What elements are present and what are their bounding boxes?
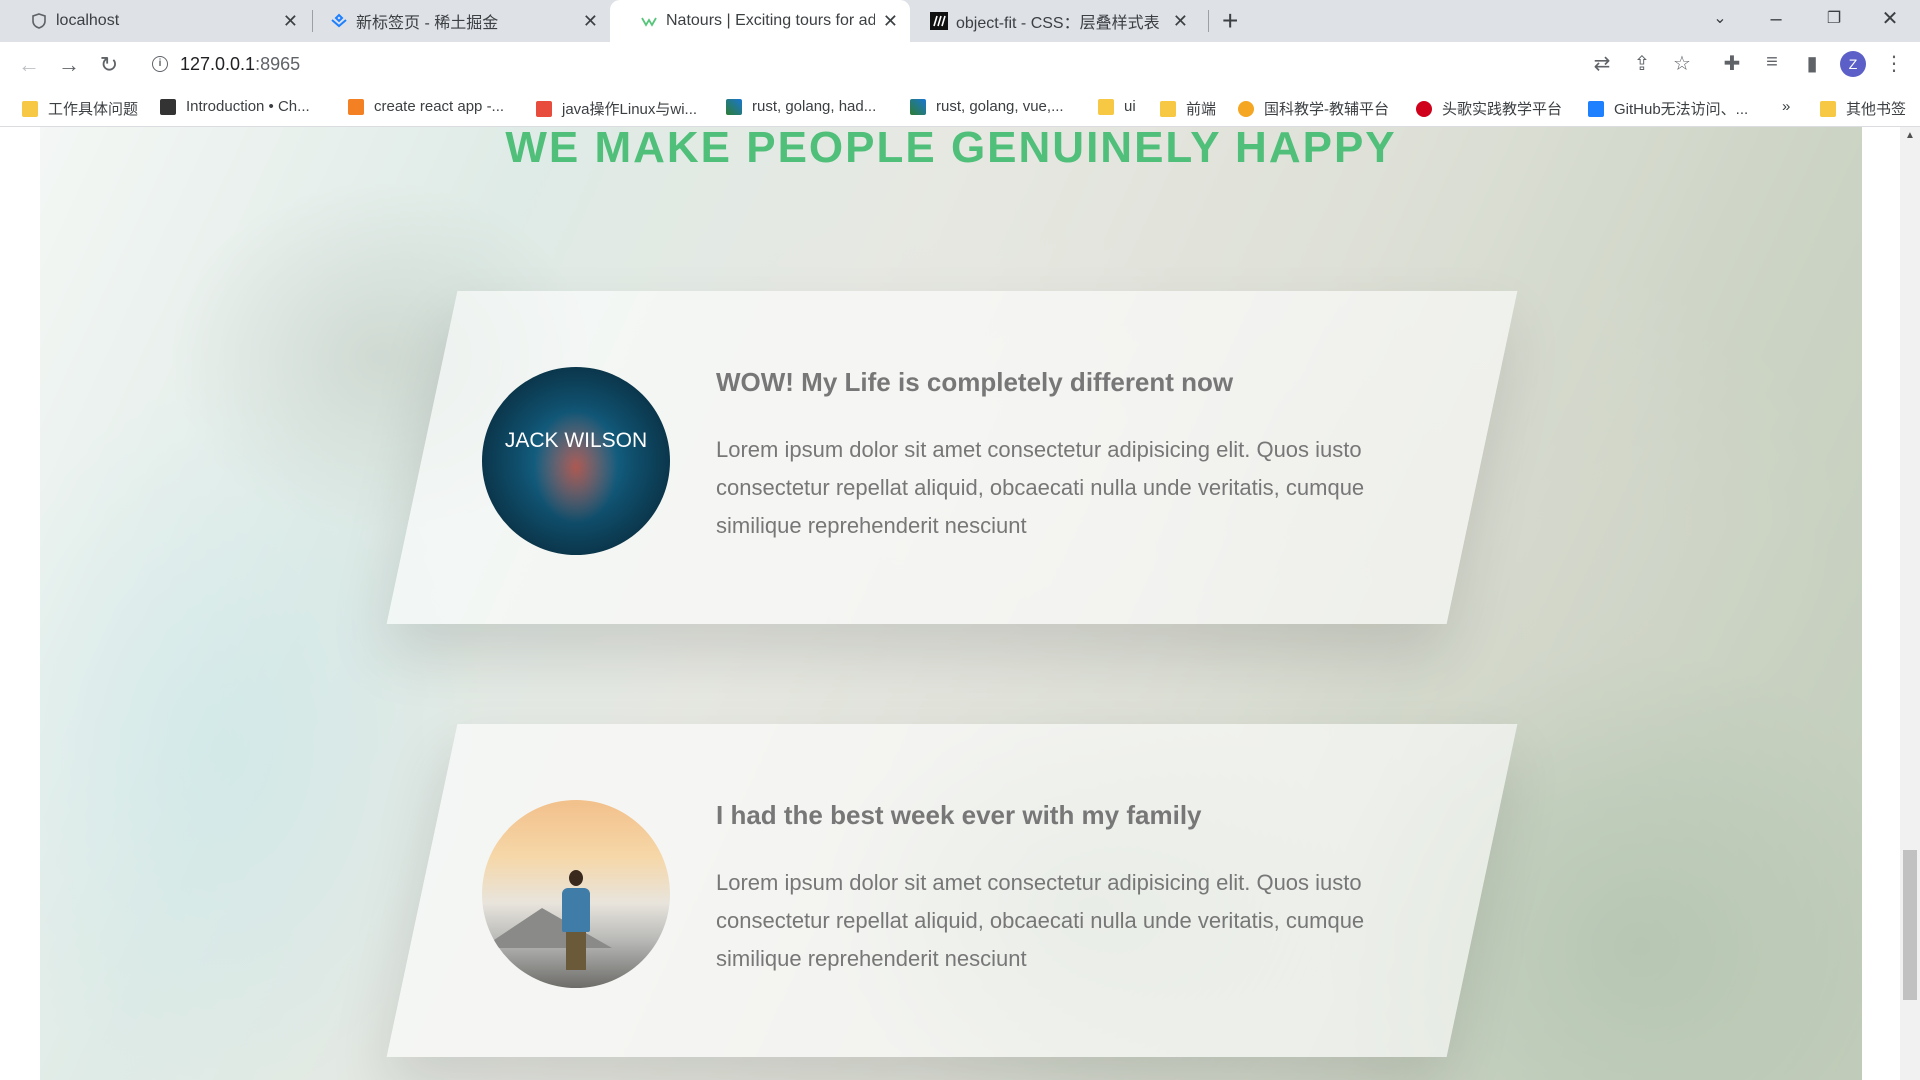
bookmark-label: ui	[1124, 98, 1136, 115]
translate-icon[interactable]: ⇄	[1588, 51, 1616, 76]
bookmark-label: »	[1782, 98, 1791, 115]
minimize-icon[interactable]: –	[1756, 4, 1796, 34]
shield-favicon-icon	[32, 13, 46, 29]
tab-title: localhost	[56, 12, 120, 29]
tab-close-icon[interactable]: ✕	[1173, 12, 1188, 30]
tab-juejin[interactable]: 新标签页 - 稀土掘金 ✕	[300, 0, 610, 42]
profile-avatar[interactable]: Z	[1840, 51, 1866, 77]
url-host: 127.0.0.1	[180, 54, 256, 74]
mountain-shape	[482, 908, 612, 948]
menu-dots-icon[interactable]: ⋮	[1880, 51, 1908, 76]
story-text: Lorem ipsum dolor sit amet consectetur a…	[716, 437, 1365, 538]
tab-mdn[interactable]: object-fit - CSS：层叠样式表 | M ✕	[900, 0, 1200, 42]
bookmark-label: rust, golang, vue,...	[936, 98, 1064, 115]
reload-icon[interactable]: ↻	[94, 50, 124, 80]
share-icon[interactable]: ⇪	[1628, 51, 1656, 76]
story-text: Lorem ipsum dolor sit amet consectetur a…	[716, 870, 1365, 971]
bookmark-item[interactable]: rust, golang, vue,...	[910, 98, 1064, 115]
tab-natours[interactable]: Natours | Exciting tours for ad ✕	[610, 0, 910, 42]
tab-localhost[interactable]: localhost ✕	[0, 0, 310, 42]
bookmark-item[interactable]: 头歌实践教学平台	[1416, 98, 1562, 119]
tab-title: 新标签页 - 稀土掘金	[356, 15, 499, 32]
browser-toolbar: ← → ↻ i 127.0.0.1:8965 ⇄ ⇪ ☆ ✚ ≡ ▮ Z ⋮	[0, 42, 1920, 88]
bookmark-label: java操作Linux与wi...	[562, 101, 698, 118]
scrollbar-thumb[interactable]	[1903, 850, 1917, 1000]
story-heading: I had the best week ever with my family	[716, 800, 1202, 830]
bookmark-label: GitHub无法访问、...	[1614, 101, 1749, 118]
reading-list-icon[interactable]: ≡	[1758, 51, 1786, 74]
extensions-puzzle-icon[interactable]: ✚	[1718, 51, 1746, 76]
bookmark-item[interactable]: Introduction • Ch...	[160, 98, 310, 115]
forward-arrow-icon[interactable]: →	[54, 50, 84, 80]
bookmark-label: create react app -...	[374, 98, 505, 115]
bookmark-label: Introduction • Ch...	[186, 98, 310, 115]
person-figure	[562, 870, 590, 970]
tab-close-icon[interactable]: ✕	[283, 12, 298, 30]
url-text[interactable]: 127.0.0.1:8965	[180, 54, 300, 75]
site-info-icon[interactable]: i	[152, 56, 168, 72]
bookmark-label: 前端	[1186, 101, 1217, 118]
section-title: WE MAKE PEOPLE GENUINELY HAPPY	[505, 127, 1397, 172]
educoder-icon	[1416, 100, 1432, 117]
trend-icon	[726, 98, 742, 115]
back-arrow-icon[interactable]: ←	[14, 50, 44, 80]
tab-separator	[1208, 10, 1209, 32]
gitbook-icon	[160, 98, 176, 115]
bookmark-item[interactable]: create react app -...	[348, 98, 504, 115]
folder-icon	[22, 100, 38, 117]
csdn-icon	[536, 100, 552, 117]
juejin-icon	[1588, 100, 1604, 117]
story-card: JACK WILSON WOW! My Life is completely d…	[386, 291, 1518, 624]
tab-strip: localhost ✕ 新标签页 - 稀土掘金 ✕ Natours | Exci…	[0, 0, 1920, 42]
story-heading: WOW! My Life is completely different now	[716, 367, 1234, 397]
bookmark-item[interactable]: 前端	[1160, 98, 1216, 119]
folder-icon	[1098, 98, 1114, 115]
bookmark-label: 其他书签	[1846, 101, 1907, 118]
bookmark-label: rust, golang, had...	[752, 98, 877, 115]
story-content: I had the best week ever with my family …	[422, 724, 1482, 1057]
window-close-icon[interactable]: ✕	[1870, 4, 1910, 34]
bookmark-item[interactable]: GitHub无法访问、...	[1588, 98, 1748, 119]
folder-icon	[1820, 100, 1836, 117]
bookmark-item[interactable]: java操作Linux与wi...	[536, 98, 697, 119]
story-content: JACK WILSON WOW! My Life is completely d…	[422, 291, 1482, 624]
story-avatar-image[interactable]	[482, 800, 670, 988]
tab-close-icon[interactable]: ✕	[583, 12, 598, 30]
side-panel-icon[interactable]: ▮	[1798, 51, 1826, 76]
tab-search-chevron-icon[interactable]: ⌄	[1700, 4, 1740, 34]
scroll-up-arrow-icon[interactable]: ▲	[1905, 130, 1915, 141]
bookmark-item[interactable]: rust, golang, had...	[726, 98, 876, 115]
tab-title: object-fit - CSS：层叠样式表 | M	[956, 15, 1165, 32]
more-bookmarks-chevron[interactable]: »	[1782, 98, 1790, 115]
bookmark-label: 头歌实践教学平台	[1442, 101, 1563, 118]
bookmarks-bar: 工作具体问题 Introduction • Ch... create react…	[0, 88, 1920, 127]
other-bookmarks[interactable]: 其他书签	[1820, 98, 1906, 119]
address-bar[interactable]: i 127.0.0.1:8965	[138, 47, 1568, 83]
bookmark-item[interactable]: ui	[1098, 98, 1136, 115]
restore-icon[interactable]: ❐	[1814, 4, 1854, 34]
bookmark-item[interactable]: 工作具体问题	[22, 98, 138, 119]
bookmark-star-icon[interactable]: ☆	[1668, 51, 1696, 76]
juejin-icon	[331, 13, 347, 28]
stackoverflow-icon	[348, 98, 364, 115]
url-port: :8965	[255, 54, 301, 74]
bookmark-item[interactable]: 国科教学-教辅平台	[1238, 98, 1389, 119]
folder-icon	[1160, 100, 1176, 117]
bookmark-label: 国科教学-教辅平台	[1264, 101, 1389, 118]
story-image-caption: JACK WILSON	[504, 429, 648, 452]
story-card: I had the best week ever with my family …	[386, 724, 1518, 1057]
trend-icon	[910, 98, 926, 115]
tiger-icon	[1238, 100, 1254, 117]
mdn-icon	[930, 12, 948, 30]
new-tab-plus-icon[interactable]: +	[1222, 6, 1238, 36]
bookmark-label: 工作具体问题	[48, 101, 139, 118]
natours-logo-icon	[641, 17, 657, 27]
page-viewport: WE MAKE PEOPLE GENUINELY HAPPY JACK WILS…	[0, 127, 1900, 1080]
tab-close-icon[interactable]: ✕	[883, 12, 898, 30]
story-avatar-image[interactable]: JACK WILSON	[482, 367, 670, 555]
tab-title: Natours | Exciting tours for ad	[666, 12, 875, 29]
